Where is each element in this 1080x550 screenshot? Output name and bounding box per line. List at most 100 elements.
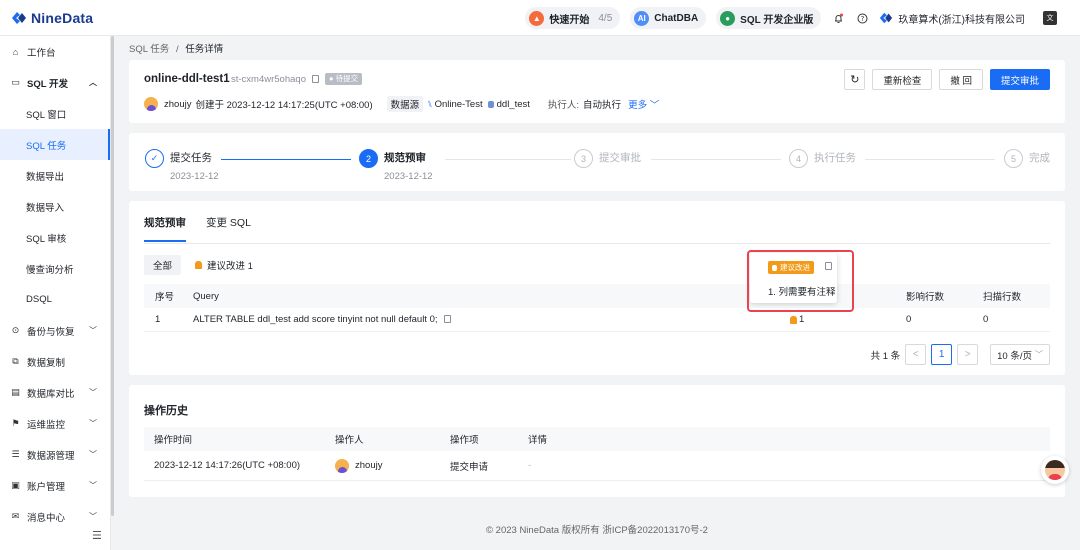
help-icon[interactable]: ?	[855, 11, 869, 25]
globe-icon: ●	[720, 10, 736, 26]
prev-page-button[interactable]: <	[905, 344, 927, 365]
filter-all-button[interactable]: 全部	[144, 255, 182, 275]
sidebar-item-data-import[interactable]: 数据导入	[0, 191, 110, 222]
edition-button[interactable]: ● SQL 开发企业版	[716, 7, 822, 29]
top-bar: NineData ▲ 快速开始 4/5 AI ChatDBA ● SQL 开发企…	[0, 0, 1080, 36]
task-id: st-cxm4wr5ohaqo	[231, 74, 319, 85]
history-title: 操作历史	[144, 405, 188, 417]
sql-dev-icon: ▭	[11, 77, 20, 87]
quick-start-progress: 4/5	[598, 12, 613, 24]
sidebar-item-label: 数据导出	[26, 171, 65, 183]
sidebar-item-datasource[interactable]: ☰ 数据源管理 ﹀	[0, 439, 110, 470]
breadcrumb-parent[interactable]: SQL 任务	[129, 44, 169, 55]
sidebar-item-label: SQL 开发	[27, 78, 68, 90]
sidebar-item-label: SQL 窗口	[26, 109, 67, 121]
cell-scanned: 0	[983, 314, 989, 325]
sidebar-item-dsql[interactable]: DSQL	[0, 284, 110, 315]
history-table-header: 操作时间 操作人 操作项 详情	[144, 427, 1050, 451]
sidebar-item-sql-task[interactable]: SQL 任务	[0, 129, 110, 160]
svg-text:?: ?	[860, 15, 864, 23]
datasource-label: 数据源	[386, 96, 424, 112]
backup-icon: ⊙	[11, 325, 20, 335]
sidebar-item-sql-audit[interactable]: SQL 审核	[0, 222, 110, 253]
chatdba-button[interactable]: AI ChatDBA	[630, 7, 707, 29]
col-header-affected: 影响行数	[906, 292, 945, 303]
filter-suggest-button[interactable]: 建议改进 1	[195, 258, 253, 272]
assistant-avatar-button[interactable]	[1041, 456, 1069, 484]
ninedata-logo-icon	[12, 11, 26, 24]
status-dot-icon: ●	[329, 74, 334, 83]
notification-bell-icon[interactable]	[831, 11, 845, 25]
chevron-up-icon: ︿	[89, 78, 97, 87]
sidebar-item-workbench[interactable]: ⌂ 工作台	[0, 36, 110, 67]
compare-icon: ▤	[11, 387, 20, 397]
refresh-button[interactable]: ↻	[844, 69, 866, 90]
ninedata-logo[interactable]: NineData	[11, 10, 93, 26]
sidebar-item-compare[interactable]: ▤ 数据库对比 ﹀	[0, 377, 110, 408]
step-title: 提交审批	[599, 152, 641, 164]
sidebar-item-sql-dev[interactable]: ▭ SQL 开发 ︿	[0, 67, 110, 98]
review-card: 规范预审 变更 SQL 全部 建议改进 1 序号 Query 影响行数 扫描行数…	[129, 201, 1065, 375]
step-connector	[445, 159, 571, 160]
col-header-query: Query	[193, 290, 219, 302]
cell-issues[interactable]: 1	[790, 314, 804, 325]
sidebar-item-label: SQL 审核	[26, 233, 67, 245]
tab-precheck[interactable]: 规范预审	[144, 215, 186, 242]
recheck-button[interactable]: 重新检查	[872, 69, 933, 90]
sidebar-item-backup[interactable]: ⊙ 备份与恢复 ﹀	[0, 315, 110, 346]
sidebar-item-monitor[interactable]: ⚑ 运维监控 ﹀	[0, 408, 110, 439]
language-switch-icon[interactable]: 文	[1043, 11, 1057, 25]
tab-change-sql[interactable]: 变更 SQL	[206, 215, 251, 242]
company-switcher[interactable]: 玖章算术(浙江)科技有限公司	[879, 11, 1025, 26]
copy-icon[interactable]	[311, 75, 319, 84]
sidebar-item-label: 数据复制	[27, 357, 66, 369]
review-tabs: 规范预审 变更 SQL	[144, 215, 271, 242]
sidebar-item-label: 消息中心	[27, 512, 66, 524]
col-header-detail: 详情	[528, 435, 548, 446]
sidebar-item-replication[interactable]: ⧉ 数据复制	[0, 346, 110, 377]
step-done: 5 完成	[1004, 149, 1050, 168]
sidebar-item-slow-query[interactable]: 慢查询分析	[0, 253, 110, 284]
step-submit-task: ✓ 提交任务 2023-12-12	[145, 149, 219, 182]
revoke-button[interactable]: 撤 回	[939, 69, 983, 90]
sidebar-collapse-icon[interactable]: ☰	[92, 529, 102, 542]
page-number-button[interactable]: 1	[931, 344, 953, 365]
chevron-down-icon: ﹀	[1035, 350, 1043, 359]
submit-approval-button[interactable]: 提交审批	[989, 69, 1050, 90]
sidebar-item-account[interactable]: ▣ 账户管理 ﹀	[0, 470, 110, 501]
cell-no: 1	[155, 314, 161, 325]
sidebar-scrollbar[interactable]	[111, 36, 114, 516]
avatar	[144, 97, 158, 111]
step-submit-approval: 3 提交审批	[574, 149, 641, 168]
next-page-button[interactable]: >	[957, 344, 979, 365]
chevron-down-icon: ﹀	[89, 419, 97, 428]
step-precheck: 2 规范预审 2023-12-12	[359, 149, 433, 182]
breadcrumb-current: 任务详情	[185, 44, 224, 55]
sidebar-item-label: 慢查询分析	[26, 264, 74, 276]
quick-start-button[interactable]: ▲ 快速开始 4/5	[525, 7, 621, 29]
cell-time: 2023-12-12 14:17:26(UTC +08:00)	[154, 460, 301, 471]
copy-icon[interactable]	[444, 315, 452, 324]
created-text: 创建于 2023-12-12 14:17:25(UTC +08:00)	[195, 100, 373, 111]
task-meta: zhoujy 创建于 2023-12-12 14:17:25(UTC +08:0…	[144, 96, 659, 112]
breadcrumb-separator: /	[175, 44, 179, 55]
highlight-box	[747, 250, 854, 312]
cell-operator-name: zhoujy	[355, 460, 383, 471]
step-title: 规范预审	[384, 152, 426, 164]
sidebar-item-message[interactable]: ✉ 消息中心 ﹀	[0, 501, 110, 532]
cell-query: ALTER TABLE ddl_test add score tinyint n…	[193, 314, 452, 325]
cell-affected: 0	[906, 314, 912, 325]
footer: © 2023 NineData 版权所有 浙ICP备2022013170号-2	[486, 525, 708, 536]
cell-action: 提交申请	[450, 461, 489, 473]
rocket-icon: ▲	[529, 10, 545, 26]
col-header-operator: 操作人	[335, 435, 364, 446]
assistant-face-icon	[1045, 460, 1065, 480]
page-size-select[interactable]: 10 条/页 ﹀	[990, 344, 1050, 365]
database-name[interactable]: ddl_test	[497, 99, 530, 110]
sidebar-item-data-export[interactable]: 数据导出	[0, 160, 110, 191]
sidebar-item-sql-window[interactable]: SQL 窗口	[0, 98, 110, 129]
refresh-icon: ↻	[850, 74, 860, 86]
more-link[interactable]: 更多 ﹀	[628, 97, 659, 111]
history-card: 操作历史 操作时间 操作人 操作项 详情 2023-12-12 14:17:26…	[129, 385, 1065, 497]
datasource-name[interactable]: Online-Test	[435, 99, 483, 110]
